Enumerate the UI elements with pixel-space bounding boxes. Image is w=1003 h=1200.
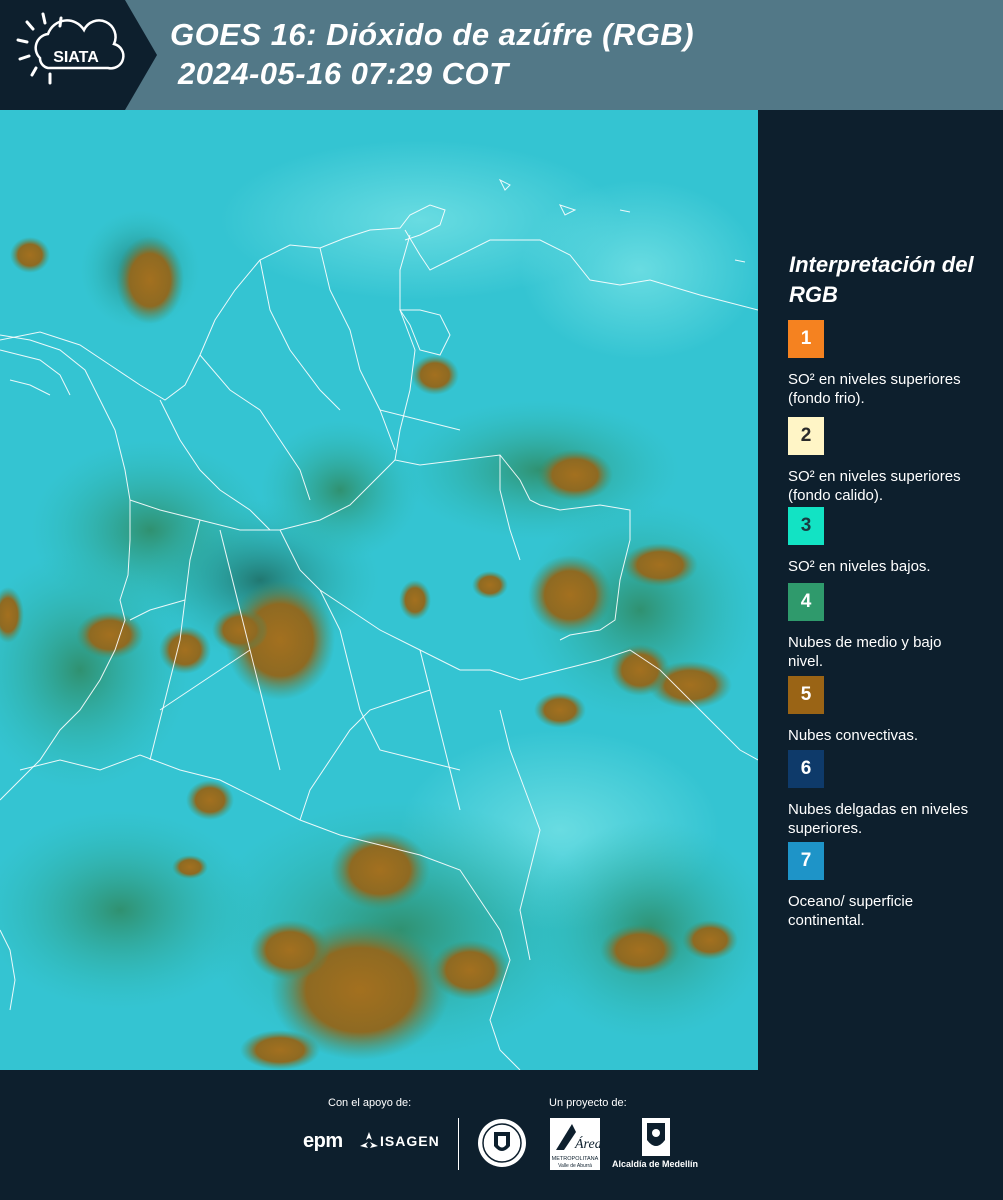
legend-swatch-1: 1 <box>788 320 824 358</box>
legend-label-6: Nubes delgadas en niveles superiores. <box>788 801 969 837</box>
page-subtitle-timestamp: 2024-05-16 07:29 COT <box>178 56 509 91</box>
legend-label-7: Oceano/ superficie continental. <box>788 893 914 929</box>
legend-title: Interpretación del RGB <box>789 252 974 307</box>
alcaldia-label: Alcaldía de Medellín <box>612 1159 699 1169</box>
footer-divider <box>458 1118 459 1170</box>
alcaldia-shield-icon <box>642 1118 670 1156</box>
legend-label-4: Nubes de medio y bajo nivel. <box>788 634 942 670</box>
header: SIATA GOES 16: Dióxido de azúfre (RGB) 2… <box>0 0 1003 110</box>
siata-logo: SIATA <box>0 0 160 110</box>
area-logo-text: Área <box>574 1135 600 1152</box>
page-title: GOES 16: Dióxido de azúfre (RGB) <box>170 17 695 52</box>
epm-logo: epm <box>303 1130 343 1152</box>
logo-text: SIATA <box>53 49 99 66</box>
satellite-map[interactable] <box>0 110 758 1070</box>
legend-item-1: 1 SO² en niveles superiores (fondo frio)… <box>788 320 993 408</box>
legend-item-4: 4 Nubes de medio y bajo nivel. <box>788 583 993 671</box>
legend-panel: Interpretación del RGB 1 SO² en niveles … <box>760 110 1003 1068</box>
legend-item-2: 2 SO² en niveles superiores (fondo calid… <box>788 417 993 516</box>
legend-swatch-3: 3 <box>788 507 824 545</box>
legend-swatch-4: 4 <box>788 583 824 621</box>
area-sub2: Valle de Aburrá <box>558 1163 592 1169</box>
legend-swatch-5: 5 <box>788 676 824 714</box>
support-label: Con el apoyo de: <box>328 1097 412 1109</box>
legend-label-3: SO² en niveles bajos. <box>788 558 931 575</box>
area-metropolitana-logo: Área METROPOLITANA Valle de Aburrá <box>550 1118 600 1170</box>
legend-swatch-7: 7 <box>788 842 824 880</box>
project-label: Un proyecto de: <box>549 1097 627 1109</box>
legend-label-5: Nubes convectivas. <box>788 727 919 744</box>
legend-item-6: 6 Nubes delgadas en niveles superiores. <box>788 750 993 838</box>
legend-label-1: SO² en niveles superiores (fondo frio). <box>788 371 961 407</box>
footer: Con el apoyo de: Un proyecto de: epm ISA… <box>0 1070 1003 1200</box>
legend-item-7: 7 Oceano/ superficie continental. <box>788 842 993 930</box>
legend-item-3: 3 SO² en niveles bajos. <box>788 507 993 576</box>
legend-item-5: 5 Nubes convectivas. <box>788 676 993 745</box>
legend-swatch-2: 2 <box>788 417 824 455</box>
medellin-seal-icon <box>478 1119 526 1167</box>
isagen-icon <box>360 1132 378 1148</box>
isagen-logo: ISAGEN <box>380 1133 440 1149</box>
legend-swatch-6: 6 <box>788 750 824 788</box>
area-sub1: METROPOLITANA <box>552 1156 599 1162</box>
